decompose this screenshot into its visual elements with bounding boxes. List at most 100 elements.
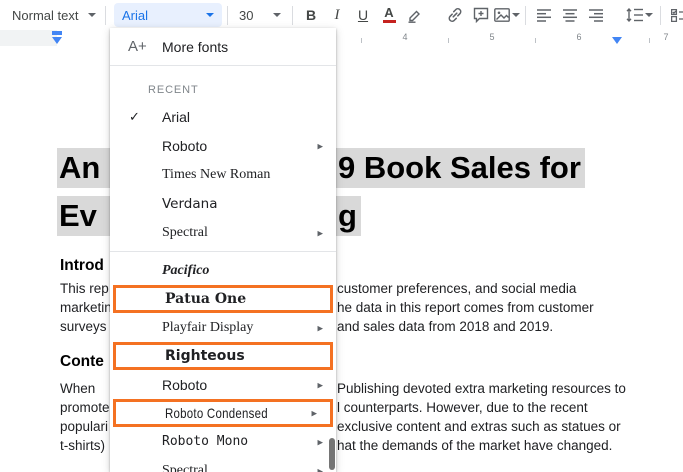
paragraph-style-label: Normal text	[12, 8, 78, 23]
text-color-icon: A	[383, 7, 396, 23]
submenu-arrow-icon: ▸	[311, 407, 317, 420]
toolbar-separator	[227, 6, 228, 25]
font-menu-item-label: Spectral	[162, 225, 208, 241]
font-menu-item-label: Roboto Condensed	[165, 405, 268, 421]
chevron-down-icon	[206, 13, 214, 17]
align-left-button[interactable]	[531, 3, 557, 27]
highlight-color-button[interactable]	[402, 3, 428, 27]
font-menu-item-arial[interactable]: ✓ Arial	[110, 102, 336, 131]
font-menu-item-roboto-mono[interactable]: Roboto Mono ▸	[110, 427, 336, 456]
line-spacing-icon	[626, 8, 644, 22]
doc-text-fragment: he data in this report comes from custom…	[337, 300, 594, 315]
doc-heading: Introd	[60, 257, 104, 275]
paragraph-style-selector[interactable]: Normal text	[8, 3, 100, 27]
left-indent-marker[interactable]	[52, 37, 62, 44]
doc-text-fragment: When	[60, 381, 95, 396]
checkmark-icon: ✓	[129, 109, 140, 125]
align-center-icon	[562, 9, 578, 22]
line-spacing-button[interactable]	[623, 3, 655, 27]
more-fonts-icon: A+	[128, 38, 162, 55]
font-selector-label: Arial	[122, 8, 148, 23]
italic-button[interactable]: I	[324, 3, 350, 27]
font-dropdown-menu: A+ More fonts RECENT ✓ Arial Roboto ▸ Ti…	[110, 28, 336, 472]
font-menu-item-label: Pacifico	[162, 263, 209, 279]
text-color-bar	[383, 20, 396, 23]
first-line-indent-marker[interactable]	[52, 31, 62, 35]
submenu-arrow-icon: ▸	[317, 464, 323, 472]
text-color-button[interactable]: A	[376, 3, 402, 27]
right-indent-marker[interactable]	[612, 37, 622, 44]
checklist-icon	[671, 9, 683, 22]
submenu-arrow-icon: ▸	[317, 226, 323, 239]
doc-text-fragment: promote	[60, 400, 110, 415]
insert-image-button[interactable]	[494, 3, 520, 27]
more-fonts-item[interactable]: A+ More fonts	[110, 28, 336, 66]
font-menu-item-roboto-2[interactable]: Roboto ▸	[110, 370, 336, 399]
font-menu-item-pacifico[interactable]: Pacifico	[110, 256, 336, 285]
font-menu-item-label: Arial	[162, 109, 190, 125]
insert-link-button[interactable]	[442, 3, 468, 27]
align-center-button[interactable]	[557, 3, 583, 27]
font-menu-item-playfair-display[interactable]: Playfair Display ▸	[110, 313, 336, 342]
italic-icon: I	[335, 7, 340, 24]
toolbar-separator	[292, 6, 293, 25]
font-menu-item-spectral[interactable]: Spectral ▸	[110, 218, 336, 247]
font-menu-item-roboto-condensed[interactable]: Roboto Condensed ▸	[113, 399, 333, 427]
toolbar-separator	[105, 6, 106, 25]
font-menu-item-verdana[interactable]: Verdana	[110, 189, 336, 218]
doc-text-fragment: Publishing devoted extra marketing resou…	[337, 381, 626, 396]
align-right-button[interactable]	[583, 3, 609, 27]
font-menu-item-righteous[interactable]: Righteous	[113, 342, 333, 370]
submenu-arrow-icon: ▸	[317, 378, 323, 391]
menu-scrollbar[interactable]	[329, 438, 335, 470]
ruler-number: 5	[486, 32, 498, 42]
ruler-tick	[649, 38, 650, 43]
font-menu-item-label: Times New Roman	[162, 167, 270, 183]
font-menu-item-spectral-2[interactable]: Spectral ▸	[110, 456, 336, 472]
font-size-selector[interactable]: 30	[233, 3, 287, 27]
doc-heading: Conte	[60, 353, 104, 371]
toolbar: Normal text Arial 30 B I U A	[0, 0, 683, 30]
ruler-number: 4	[399, 32, 411, 42]
chevron-down-icon	[273, 13, 281, 17]
font-menu-item-patua-one[interactable]: Patua One	[113, 285, 333, 313]
underline-button[interactable]: U	[350, 3, 376, 27]
doc-text-fragment: surveys	[60, 319, 107, 334]
highlighter-icon	[407, 7, 423, 23]
font-menu-item-times-new-roman[interactable]: Times New Roman	[110, 160, 336, 189]
menu-divider	[110, 251, 336, 252]
align-left-icon	[536, 9, 552, 22]
doc-text-fragment: l counterparts. However, due to the rece…	[337, 400, 588, 415]
doc-text-fragment: hat the demands of the market have chang…	[337, 438, 612, 453]
ruler-tick	[361, 38, 362, 43]
add-comment-button[interactable]	[468, 3, 494, 27]
doc-text-fragment: populari	[60, 419, 108, 434]
doc-text-fragment: and sales data from 2018 and 2019.	[337, 319, 553, 334]
font-menu-item-label: Roboto	[162, 377, 207, 393]
toolbar-separator	[525, 6, 526, 25]
font-menu-item-roboto[interactable]: Roboto ▸	[110, 131, 336, 160]
checklist-button[interactable]	[666, 3, 683, 27]
font-menu-item-label: Verdana	[162, 196, 217, 212]
ruler-number: 6	[573, 32, 585, 42]
ruler-number: 7	[660, 32, 672, 42]
image-icon	[494, 8, 510, 22]
chevron-down-icon	[88, 13, 96, 17]
ruler-tick	[535, 38, 536, 43]
font-menu-item-label: Righteous	[165, 348, 245, 364]
doc-text-fragment: t-shirts)	[60, 438, 105, 453]
submenu-arrow-icon: ▸	[317, 139, 323, 152]
font-selector[interactable]: Arial	[114, 3, 222, 27]
text-color-letter: A	[384, 7, 393, 19]
toolbar-separator	[660, 6, 661, 25]
doc-text-fragment: This rep	[60, 281, 109, 296]
font-menu-item-label: Roboto Mono	[162, 434, 248, 449]
ruler-margin-area	[0, 30, 57, 46]
chevron-down-icon	[645, 13, 653, 17]
doc-text-fragment: exclusive content and extras such as sta…	[337, 419, 621, 434]
ruler[interactable]: 4 5 6 7	[0, 30, 683, 47]
submenu-arrow-icon: ▸	[317, 321, 323, 334]
document-canvas[interactable]: An 9 Book Sales for Ev g Introd This rep…	[0, 46, 683, 472]
ruler-tick	[448, 38, 449, 43]
bold-button[interactable]: B	[298, 3, 324, 27]
